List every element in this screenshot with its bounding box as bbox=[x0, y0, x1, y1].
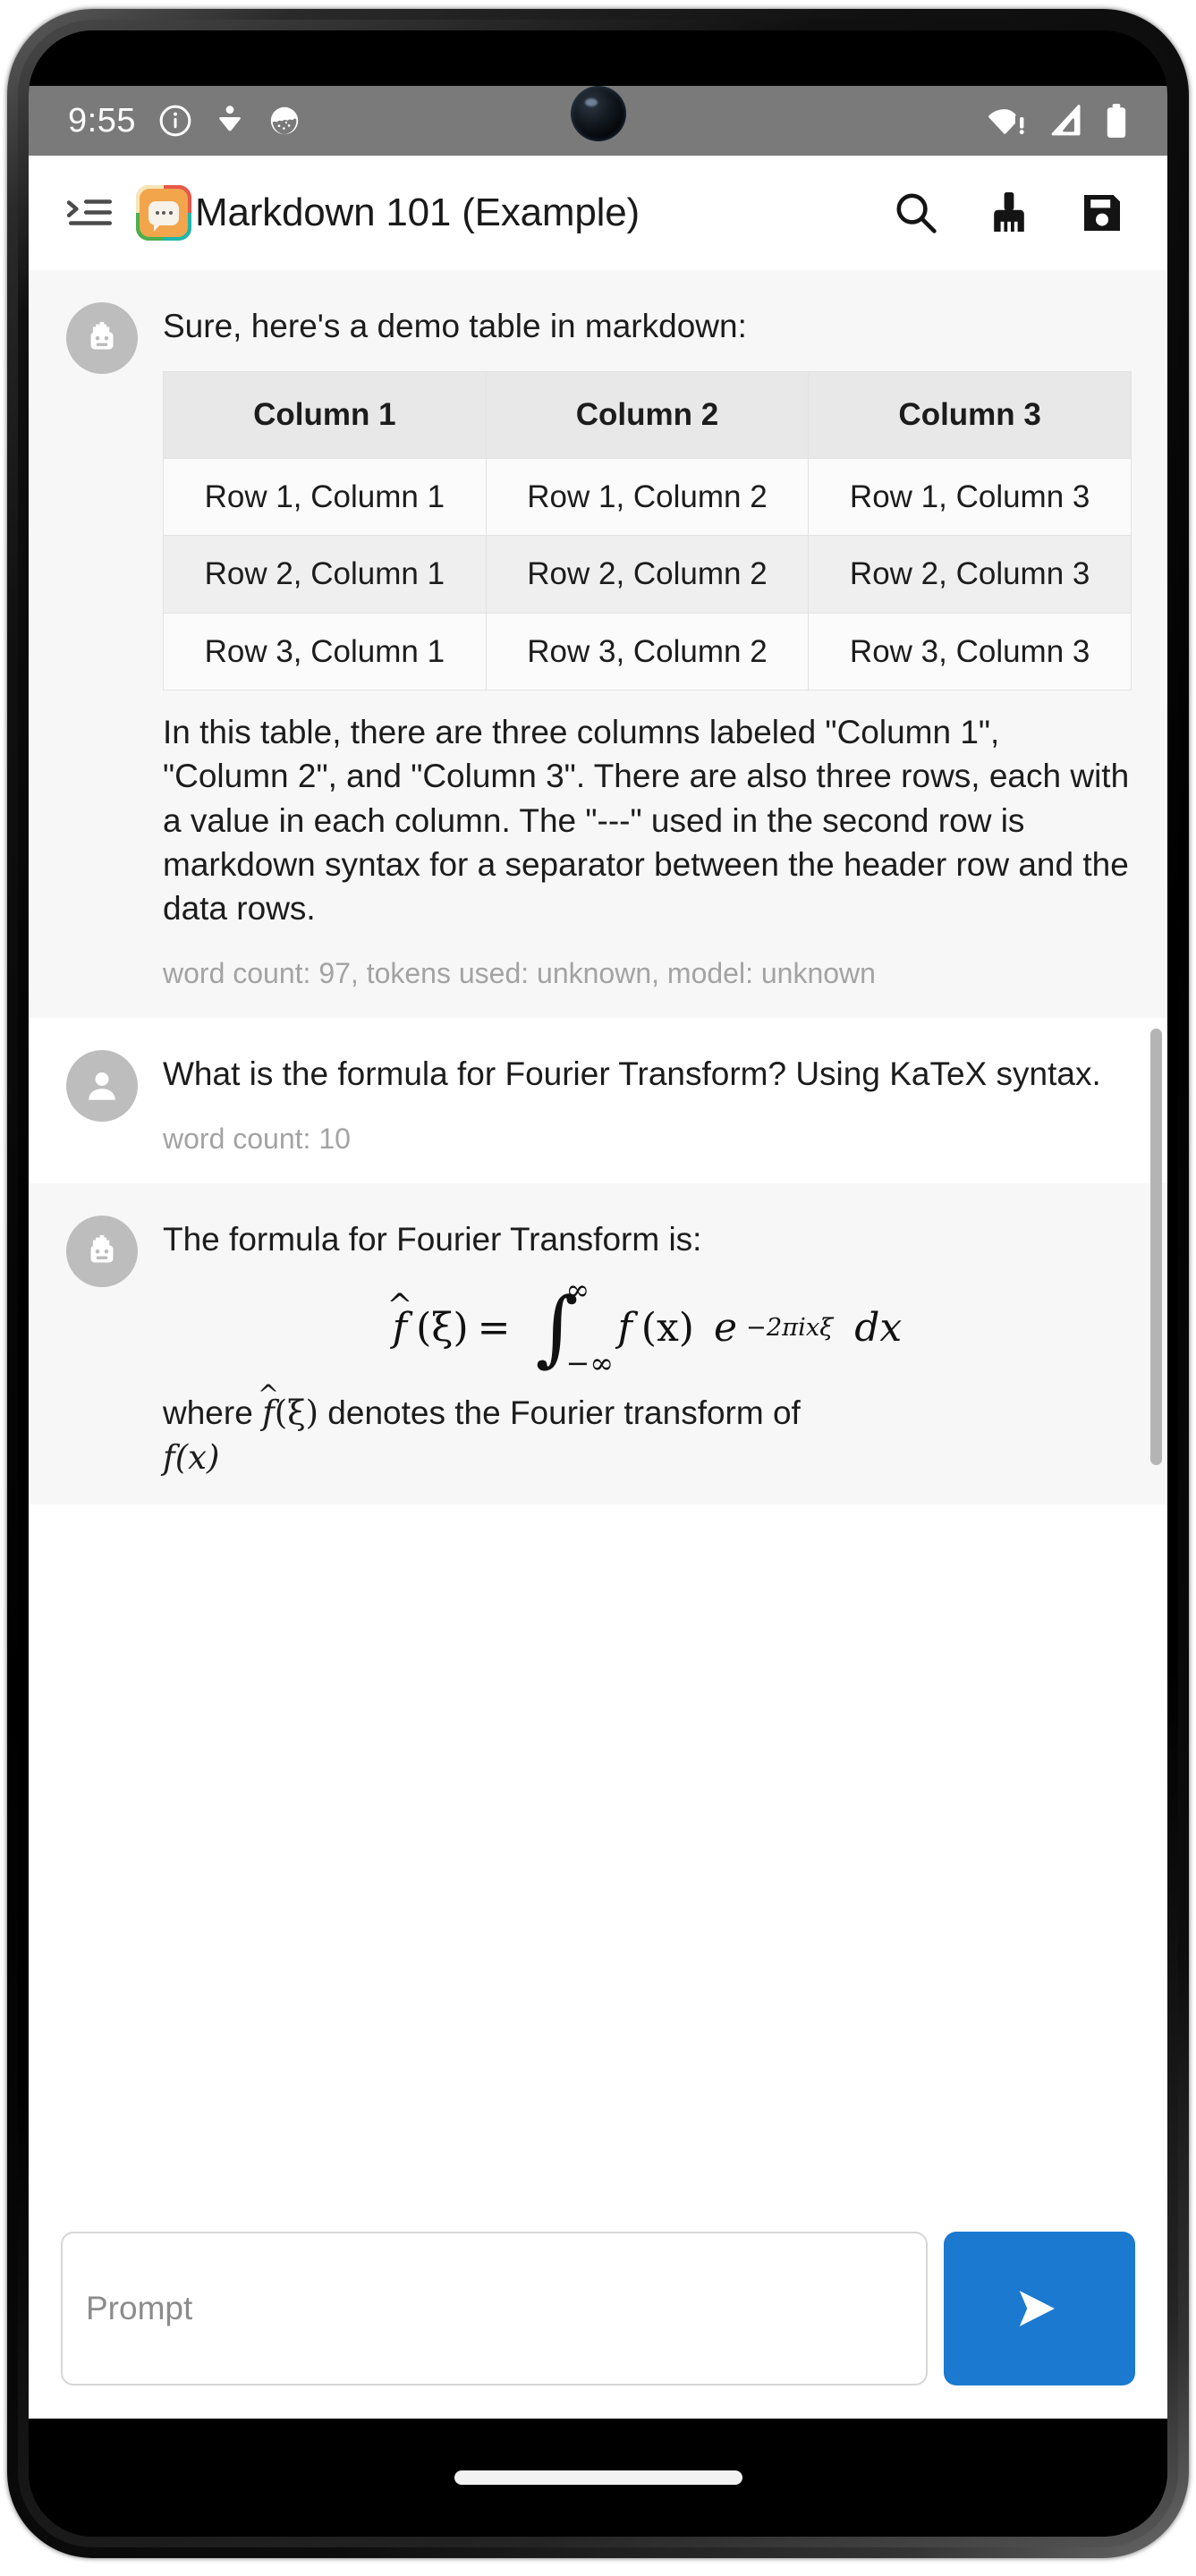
search-icon[interactable] bbox=[888, 185, 944, 241]
trailing-fhat: ^ f bbox=[258, 1379, 279, 1435]
formula-exp-power: −2πixξ bbox=[745, 1314, 834, 1343]
phone-screen: 9:55 Markdown 101 (Example) Sure, here's… bbox=[29, 30, 1167, 2537]
notch-tab bbox=[463, 30, 733, 50]
status-bar-right bbox=[988, 103, 1128, 139]
table-header-row: Column 1 Column 2 Column 3 bbox=[163, 371, 1132, 459]
table-cell: Row 3, Column 3 bbox=[808, 612, 1132, 691]
table-cell: Row 2, Column 1 bbox=[163, 535, 487, 614]
cellular-signal-icon bbox=[1049, 104, 1085, 138]
system-navigation-bar bbox=[29, 2419, 1167, 2537]
robot-avatar-icon bbox=[66, 1215, 138, 1287]
app-bar: Markdown 101 (Example) bbox=[29, 156, 1167, 270]
formula-integral: ∫ ∞ −∞ bbox=[536, 1275, 614, 1377]
table-cell: Row 1, Column 1 bbox=[163, 457, 487, 537]
status-bar-left: 9:55 bbox=[68, 104, 301, 138]
download-icon bbox=[215, 104, 245, 138]
trailing-hat: ^ bbox=[257, 1378, 279, 1410]
person-avatar-icon bbox=[66, 1049, 138, 1122]
table-cell: Row 2, Column 2 bbox=[485, 535, 810, 614]
status-clock: 9:55 bbox=[68, 102, 136, 140]
table-cell: Row 1, Column 2 bbox=[485, 457, 810, 537]
send-arrow-icon bbox=[1019, 2291, 1055, 2326]
message-explanation-text: In this table, there are three columns l… bbox=[163, 714, 1130, 928]
table-header-cell: Column 2 bbox=[485, 371, 810, 459]
send-button[interactable] bbox=[944, 2232, 1135, 2385]
front-camera-punchhole bbox=[570, 86, 626, 141]
message-intro-text: Sure, here's a demo table in markdown: bbox=[163, 308, 747, 344]
prompt-input-bar bbox=[29, 2199, 1167, 2419]
fourier-transform-formula: ^ f (ξ) = ∫ ∞ −∞ f (x) e −2πixξ dx bbox=[163, 1275, 1132, 1377]
message-body: The formula for Fourier Transform is: ^ … bbox=[163, 1210, 1132, 1479]
robot-avatar-icon bbox=[66, 302, 138, 374]
formula-integrand-arg: (x) bbox=[640, 1305, 694, 1352]
floppy-save-icon[interactable] bbox=[1074, 185, 1130, 241]
table-row: Row 1, Column 1 Row 1, Column 2 Row 1, C… bbox=[163, 457, 1132, 537]
table-cell: Row 3, Column 1 bbox=[163, 612, 487, 691]
home-indicator[interactable] bbox=[454, 2470, 742, 2485]
integral-upper-limit: ∞ bbox=[565, 1272, 590, 1307]
trailing-prefix: where bbox=[163, 1394, 263, 1432]
formula-integrand-fn: f bbox=[617, 1305, 632, 1352]
phone-frame: 9:55 Markdown 101 (Example) Sure, here's… bbox=[0, 0, 1196, 2576]
table-header-cell: Column 3 bbox=[808, 371, 1132, 459]
page-title: Markdown 101 (Example) bbox=[195, 191, 640, 234]
chat-message-assistant: The formula for Fourier Transform is: ^ … bbox=[29, 1182, 1167, 1504]
formula-differential: dx bbox=[854, 1305, 903, 1352]
chat-message-list[interactable]: Sure, here's a demo table in markdown: C… bbox=[29, 270, 1167, 2020]
chat-message-assistant: Sure, here's a demo table in markdown: C… bbox=[29, 270, 1167, 1018]
table-cell: Row 1, Column 3 bbox=[808, 457, 1132, 537]
menu-open-icon[interactable] bbox=[61, 183, 120, 242]
app-container: Markdown 101 (Example) Sure, here's a de… bbox=[29, 156, 1167, 2419]
info-icon bbox=[158, 104, 192, 138]
formula-exp-base: e bbox=[713, 1305, 737, 1352]
chat-scrollbar[interactable] bbox=[1150, 1029, 1162, 1465]
markdown-chat-app-icon bbox=[136, 185, 191, 241]
message-intro-text: The formula for Fourier Transform is: bbox=[163, 1220, 702, 1258]
table-row: Row 3, Column 1 Row 3, Column 2 Row 3, C… bbox=[163, 612, 1132, 691]
table-row: Row 2, Column 1 Row 2, Column 2 Row 2, C… bbox=[163, 535, 1132, 614]
message-trailing-text: where ^ f(ξ) denotes the Fourier transfor… bbox=[163, 1379, 1132, 1435]
message-meta: word count: 97, tokens used: unknown, mo… bbox=[163, 957, 876, 990]
message-trailing-clipped: f(x) bbox=[163, 1437, 220, 1477]
trailing-suffix: denotes the Fourier transform of bbox=[318, 1394, 801, 1432]
prompt-input[interactable] bbox=[61, 2232, 928, 2385]
integral-lower-limit: −∞ bbox=[565, 1345, 615, 1380]
markdown-table: Column 1 Column 2 Column 3 Row 1, Column… bbox=[163, 371, 1132, 691]
message-body: What is the formula for Fourier Transfor… bbox=[163, 1045, 1132, 1158]
message-body: Sure, here's a demo table in markdown: C… bbox=[163, 297, 1132, 993]
broom-icon[interactable] bbox=[981, 185, 1037, 241]
wifi-warning-icon bbox=[988, 104, 1030, 138]
formula-lhs-hat: ^ bbox=[386, 1288, 413, 1325]
chat-message-user: What is the formula for Fourier Transfor… bbox=[29, 1017, 1167, 1183]
formula-equals: = bbox=[477, 1305, 511, 1352]
app-notification-icon bbox=[267, 104, 301, 138]
table-cell: Row 2, Column 3 bbox=[808, 535, 1132, 614]
battery-full-icon bbox=[1105, 103, 1128, 139]
trailing-arg: (ξ) bbox=[274, 1394, 319, 1433]
table-cell: Row 3, Column 2 bbox=[485, 612, 810, 691]
message-meta: word count: 10 bbox=[163, 1123, 351, 1156]
message-text: What is the formula for Fourier Transfor… bbox=[163, 1055, 1101, 1092]
table-header-cell: Column 1 bbox=[163, 371, 487, 459]
formula-lhs: ^ f bbox=[387, 1288, 413, 1351]
formula-lhs-arg: (ξ) bbox=[416, 1305, 469, 1352]
app-bar-actions bbox=[888, 185, 1130, 241]
